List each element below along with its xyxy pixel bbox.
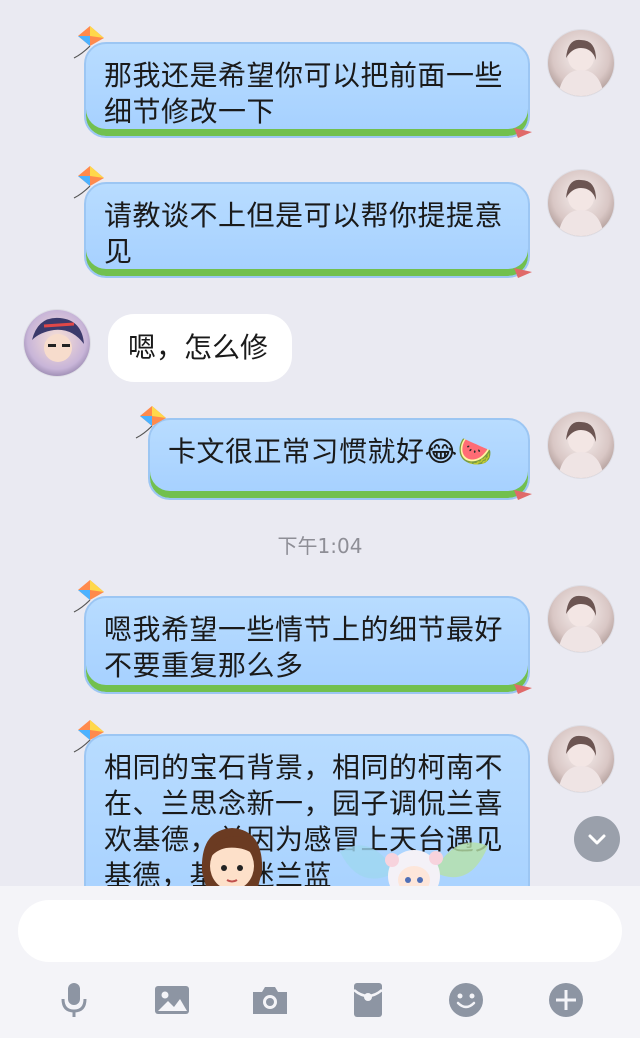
- bubble-tail-icon: [514, 268, 532, 278]
- kite-decoration-icon: [73, 580, 104, 613]
- camera-icon: [253, 987, 287, 1014]
- bubble-tail-icon: [514, 490, 532, 500]
- my-avatar[interactable]: [548, 170, 614, 236]
- camera-button[interactable]: [248, 978, 292, 1022]
- voice-button[interactable]: [52, 978, 96, 1022]
- message-text: 嗯，怎么修: [128, 331, 269, 364]
- more-button[interactable]: [544, 978, 588, 1022]
- message-text: 请教谈不上但是可以帮你提提意见: [104, 199, 504, 268]
- message-bubble[interactable]: 那我还是希望你可以把前面一些细节修改一下: [84, 42, 530, 138]
- bubble-tail-icon: [514, 128, 532, 138]
- bubble-tail-icon: [514, 684, 532, 694]
- scroll-to-bottom-button[interactable]: [574, 816, 620, 862]
- input-toolbar: [0, 978, 640, 1022]
- my-avatar[interactable]: [548, 726, 614, 792]
- emoji-icon: [449, 983, 483, 1017]
- message-text: 嗯我希望一些情节上的细节最好不要重复那么多: [104, 613, 504, 682]
- image-button[interactable]: [150, 978, 194, 1022]
- message-text: 那我还是希望你可以把前面一些细节修改一下: [104, 59, 504, 128]
- kite-decoration-icon: [135, 406, 166, 439]
- message-bubble[interactable]: 嗯，怎么修: [108, 314, 292, 382]
- message-text: 卡文很正常习惯就好😂🍉: [168, 435, 494, 468]
- red-packet-button[interactable]: [346, 978, 390, 1022]
- emoji-button[interactable]: [444, 978, 488, 1022]
- chat-area[interactable]: 那我还是希望你可以把前面一些细节修改一下 请教谈不上但是可以帮你提提意见 嗯，怎…: [0, 0, 640, 886]
- my-avatar[interactable]: [548, 586, 614, 652]
- input-area: [0, 886, 640, 1038]
- image-icon: [155, 986, 189, 1014]
- microphone-icon: [61, 983, 87, 1017]
- kite-decoration-icon: [73, 26, 104, 59]
- my-avatar[interactable]: [548, 30, 614, 96]
- fairy-sticker-icon: [340, 842, 488, 886]
- girl-sticker-icon: [201, 828, 263, 886]
- message-bubble[interactable]: 卡文很正常习惯就好😂🍉: [148, 418, 530, 500]
- red-packet-icon: [353, 983, 383, 1017]
- contact-avatar[interactable]: [24, 310, 90, 376]
- timestamp: 下午1:04: [277, 534, 363, 558]
- plus-icon: [549, 983, 583, 1017]
- message-bubble[interactable]: 嗯我希望一些情节上的细节最好不要重复那么多: [84, 596, 530, 694]
- chevron-down-icon: [588, 834, 606, 845]
- kite-decoration-icon: [73, 166, 104, 199]
- my-avatar[interactable]: [548, 412, 614, 478]
- message-bubble[interactable]: 请教谈不上但是可以帮你提提意见: [84, 182, 530, 278]
- message-input[interactable]: [18, 900, 622, 962]
- kite-decoration-icon: [73, 720, 104, 753]
